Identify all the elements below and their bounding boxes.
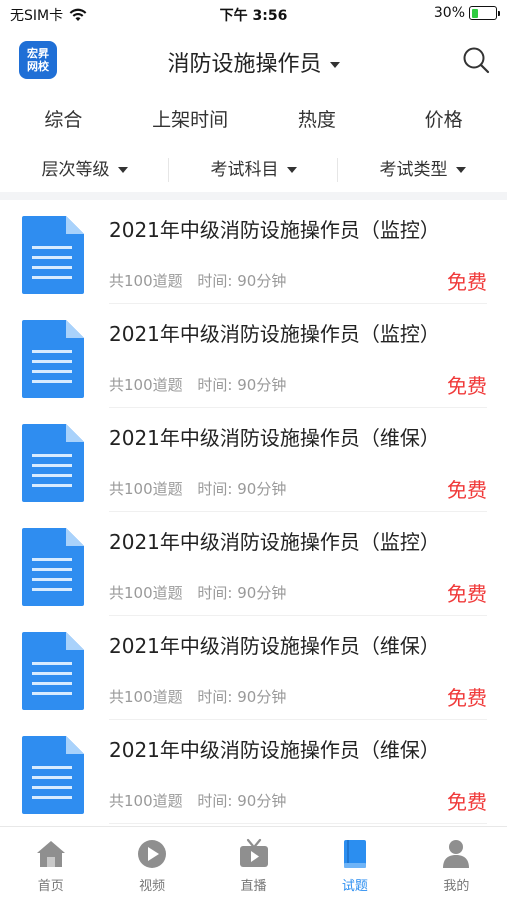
book-icon [343,840,366,868]
list-item[interactable]: 2021年中级消防设施操作员（维保） 共100道题 时间: 90分钟 免费 [0,408,507,512]
question-count: 共100道题 [109,792,183,810]
tab-live[interactable]: 直播 [203,827,304,900]
chevron-down-icon [117,167,128,173]
question-count: 共100道题 [109,480,183,498]
price-label: 免费 [447,374,487,398]
exam-list: 2021年中级消防设施操作员（监控） 共100道题 时间: 90分钟 免费 20… [0,200,507,824]
home-icon [36,841,65,867]
filter-level-label: 层次等级 [41,160,110,180]
status-bar: 无SIM卡 下午 3:56 30% [0,0,507,30]
document-icon [20,630,86,712]
sort-tab-popularity[interactable]: 热度 [254,98,381,142]
sort-tabs: 综合 上架时间 热度 价格 [0,98,507,142]
document-icon [20,422,86,504]
exam-duration: 时间: 90分钟 [197,584,287,602]
tab-home[interactable]: 首页 [0,827,101,900]
sort-tab-listing-time[interactable]: 上架时间 [127,98,254,142]
list-item[interactable]: 2021年中级消防设施操作员（监控） 共100道题 时间: 90分钟 免费 [0,512,507,616]
status-right: 30% [433,5,500,21]
filter-bar: 层次等级 考试科目 考试类型 [0,150,507,190]
exam-meta: 共100道题 时间: 90分钟 [109,790,286,811]
price-label: 免费 [447,582,487,606]
chevron-down-icon [329,62,340,68]
chevron-down-icon [455,167,466,173]
exam-duration: 时间: 90分钟 [197,376,287,394]
question-count: 共100道题 [109,272,183,290]
chevron-down-icon [286,167,297,173]
search-icon[interactable] [461,45,491,75]
price-label: 免费 [447,270,487,294]
live-tv-icon [239,838,268,867]
price-label: 免费 [447,478,487,502]
exam-duration: 时间: 90分钟 [197,272,287,290]
document-icon [20,526,86,608]
sort-tab-comprehensive[interactable]: 综合 [0,98,127,142]
exam-duration: 时间: 90分钟 [197,480,287,498]
tab-questions-label: 试题 [341,879,368,894]
exam-duration: 时间: 90分钟 [197,688,287,706]
nav-bar: 宏昇 网校 消防设施操作员 [0,30,507,92]
battery-percent: 30% [433,5,465,21]
exam-meta: 共100道题 时间: 90分钟 [109,270,286,291]
tab-video-label: 视频 [139,879,166,894]
video-icon [138,840,167,868]
filter-exam-type[interactable]: 考试类型 [338,150,507,190]
exam-meta: 共100道题 时间: 90分钟 [109,374,286,395]
exam-duration: 时间: 90分钟 [197,792,287,810]
category-selector[interactable]: 消防设施操作员 [0,46,507,78]
document-icon [20,734,86,816]
filter-subject-label: 考试科目 [210,160,279,180]
tab-home-label: 首页 [37,879,64,894]
question-count: 共100道题 [109,376,183,394]
price-label: 免费 [447,790,487,814]
exam-title: 2021年中级消防设施操作员（监控） [109,530,440,554]
user-icon [443,840,470,868]
tab-profile[interactable]: 我的 [406,827,507,900]
exam-title: 2021年中级消防设施操作员（维保） [109,634,440,658]
list-item[interactable]: 2021年中级消防设施操作员（监控） 共100道题 时间: 90分钟 免费 [0,304,507,408]
sort-tab-price[interactable]: 价格 [380,98,507,142]
question-count: 共100道题 [109,584,183,602]
section-divider [0,192,507,200]
battery-fill [471,8,479,18]
exam-title: 2021年中级消防设施操作员（监控） [109,322,440,346]
exam-title: 2021年中级消防设施操作员（维保） [109,738,440,762]
tab-video[interactable]: 视频 [101,827,202,900]
filter-level[interactable]: 层次等级 [0,150,169,190]
battery-icon [469,6,500,20]
document-icon [20,318,86,400]
page-title: 消防设施操作员 [167,52,322,77]
status-time: 下午 3:56 [219,8,288,24]
tab-live-label: 直播 [240,879,267,894]
list-item[interactable]: 2021年中级消防设施操作员（维保） 共100道题 时间: 90分钟 免费 [0,720,507,824]
exam-title: 2021年中级消防设施操作员（维保） [109,426,440,450]
list-item[interactable]: 2021年中级消防设施操作员（监控） 共100道题 时间: 90分钟 免费 [0,200,507,304]
question-count: 共100道题 [109,688,183,706]
filter-exam-type-label: 考试类型 [379,160,448,180]
row-divider [109,823,487,824]
exam-meta: 共100道题 时间: 90分钟 [109,582,286,603]
tab-bar: 首页 视频 直播 试题 我的 [0,826,507,900]
tab-profile-label: 我的 [443,879,470,894]
list-item[interactable]: 2021年中级消防设施操作员（维保） 共100道题 时间: 90分钟 免费 [0,616,507,720]
exam-meta: 共100道题 时间: 90分钟 [109,686,286,707]
tab-questions[interactable]: 试题 [304,827,405,900]
filter-subject[interactable]: 考试科目 [169,150,338,190]
price-label: 免费 [447,686,487,710]
document-icon [20,214,86,296]
exam-meta: 共100道题 时间: 90分钟 [109,478,286,499]
exam-title: 2021年中级消防设施操作员（监控） [109,218,440,242]
